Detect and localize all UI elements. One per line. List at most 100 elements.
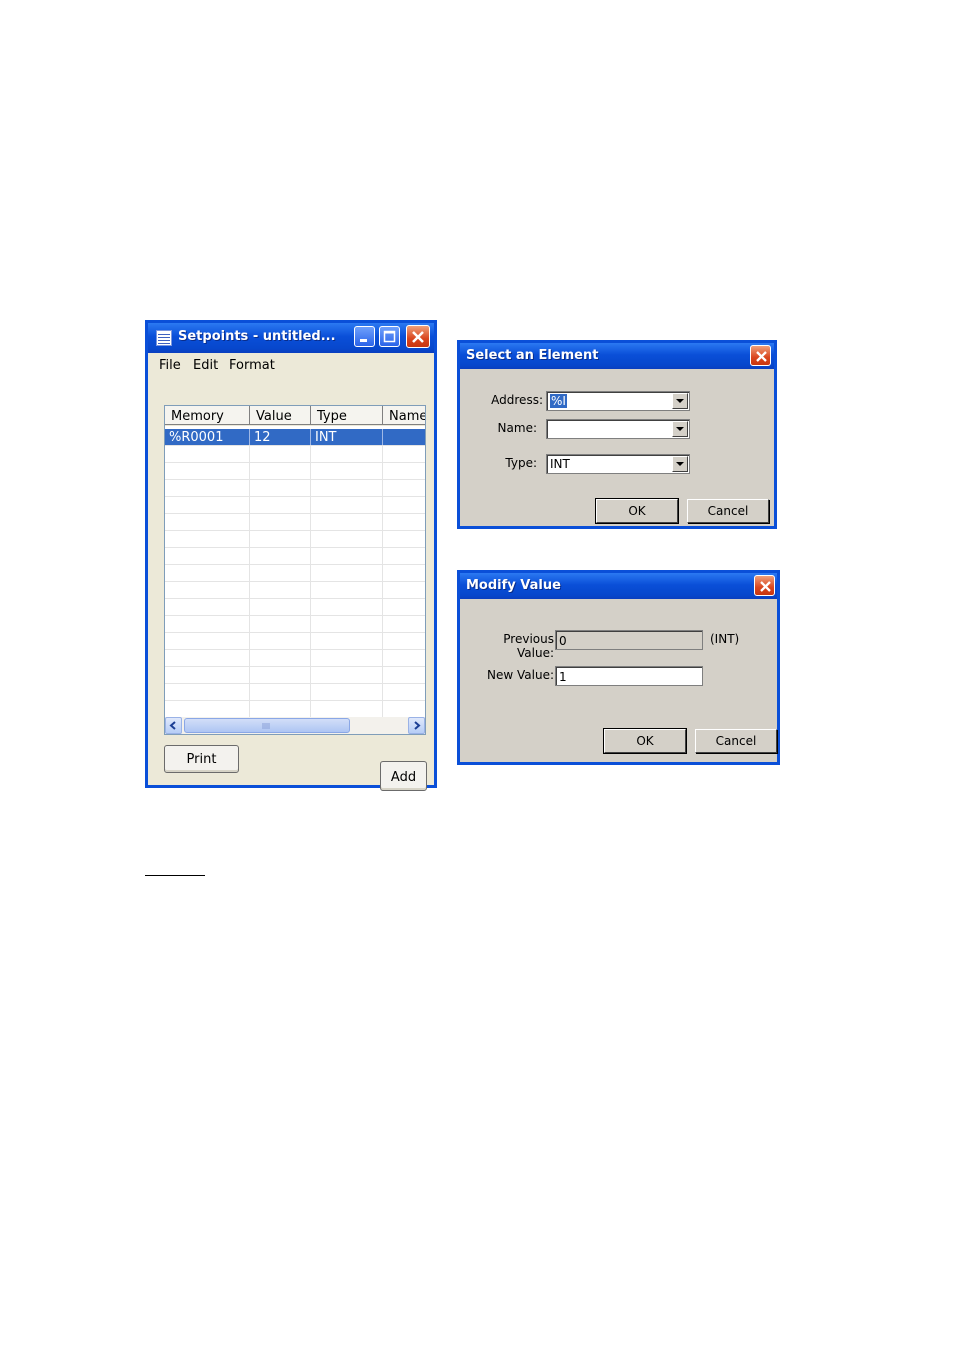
close-button[interactable] bbox=[754, 575, 775, 596]
maximize-icon bbox=[383, 330, 396, 343]
table-row[interactable]: %R0001 12 INT bbox=[165, 429, 425, 446]
empty-cell bbox=[165, 633, 250, 649]
column-header-name[interactable]: Name bbox=[383, 406, 425, 425]
cell-memory: %R0001 bbox=[165, 429, 250, 445]
empty-cell bbox=[383, 565, 425, 581]
empty-cell bbox=[383, 531, 425, 547]
empty-cell bbox=[165, 616, 250, 632]
empty-row[interactable] bbox=[165, 650, 425, 667]
empty-cell bbox=[311, 684, 383, 700]
empty-cell bbox=[311, 599, 383, 615]
cancel-button[interactable]: Cancel bbox=[687, 499, 769, 523]
print-button[interactable]: Print bbox=[164, 745, 239, 773]
maximize-button[interactable] bbox=[379, 326, 400, 347]
empty-cell bbox=[165, 531, 250, 547]
empty-cell bbox=[165, 650, 250, 666]
select-element-title-bar[interactable]: Select an Element bbox=[460, 343, 774, 369]
empty-cell bbox=[383, 667, 425, 683]
empty-cell bbox=[383, 463, 425, 479]
ok-button[interactable]: OK bbox=[595, 498, 679, 524]
empty-row[interactable] bbox=[165, 599, 425, 616]
empty-cell bbox=[311, 667, 383, 683]
empty-row[interactable] bbox=[165, 497, 425, 514]
new-value-label: New Value: bbox=[487, 668, 554, 682]
empty-cell bbox=[311, 548, 383, 564]
empty-row[interactable] bbox=[165, 582, 425, 599]
close-button[interactable] bbox=[750, 345, 771, 366]
empty-cell bbox=[383, 446, 425, 462]
empty-cell bbox=[311, 514, 383, 530]
empty-row[interactable] bbox=[165, 514, 425, 531]
cell-type: INT bbox=[311, 429, 383, 445]
select-element-dialog: Select an Element Address: %I Name: Type… bbox=[457, 340, 777, 529]
new-value-input[interactable]: 1 bbox=[555, 666, 703, 686]
type-combo[interactable]: INT bbox=[546, 454, 690, 474]
empty-cell bbox=[250, 633, 311, 649]
previous-value-label: Previous Value: bbox=[503, 632, 554, 660]
close-button[interactable] bbox=[406, 325, 430, 348]
empty-row[interactable] bbox=[165, 684, 425, 701]
grid-header: Memory Value Type Name bbox=[165, 406, 425, 426]
ok-button[interactable]: OK bbox=[603, 728, 687, 754]
setpoints-title-bar[interactable]: Setpoints - untitled... bbox=[148, 323, 434, 353]
name-combo[interactable] bbox=[546, 419, 690, 439]
empty-cell bbox=[311, 480, 383, 496]
scroll-thumb[interactable] bbox=[184, 718, 350, 733]
name-dropdown-button[interactable] bbox=[672, 421, 688, 437]
chevron-left-icon bbox=[169, 721, 176, 730]
scroll-right-button[interactable] bbox=[408, 717, 425, 734]
empty-row[interactable] bbox=[165, 701, 425, 718]
empty-row[interactable] bbox=[165, 463, 425, 480]
address-dropdown-button[interactable] bbox=[672, 393, 688, 409]
empty-row[interactable] bbox=[165, 480, 425, 497]
grip-icon bbox=[262, 723, 270, 729]
empty-cell bbox=[311, 633, 383, 649]
modify-value-title-bar[interactable]: Modify Value bbox=[460, 573, 777, 599]
add-button[interactable]: Add bbox=[380, 761, 427, 791]
empty-cell bbox=[165, 684, 250, 700]
empty-cell bbox=[311, 497, 383, 513]
empty-row[interactable] bbox=[165, 531, 425, 548]
empty-row[interactable] bbox=[165, 548, 425, 565]
empty-cell bbox=[165, 446, 250, 462]
minimize-button[interactable] bbox=[354, 326, 375, 347]
menu-format[interactable]: Format bbox=[229, 358, 275, 373]
empty-cell bbox=[311, 650, 383, 666]
scroll-left-button[interactable] bbox=[165, 717, 182, 734]
empty-cell bbox=[250, 531, 311, 547]
menu-file[interactable]: File bbox=[159, 358, 181, 373]
empty-cell bbox=[311, 463, 383, 479]
horizontal-scrollbar[interactable] bbox=[165, 717, 425, 734]
column-header-value[interactable]: Value bbox=[250, 406, 311, 425]
empty-row[interactable] bbox=[165, 616, 425, 633]
empty-cell bbox=[250, 446, 311, 462]
empty-cell bbox=[250, 650, 311, 666]
empty-cell bbox=[165, 497, 250, 513]
empty-cell bbox=[165, 667, 250, 683]
cancel-button[interactable]: Cancel bbox=[695, 729, 777, 753]
type-dropdown-button[interactable] bbox=[672, 456, 688, 472]
empty-cell bbox=[311, 701, 383, 717]
empty-cell bbox=[311, 565, 383, 581]
empty-cell bbox=[311, 582, 383, 598]
empty-cell bbox=[383, 633, 425, 649]
column-header-memory[interactable]: Memory bbox=[165, 406, 250, 425]
close-icon bbox=[756, 351, 767, 362]
type-label: Type: bbox=[505, 456, 537, 470]
empty-row[interactable] bbox=[165, 565, 425, 582]
empty-cell bbox=[311, 616, 383, 632]
empty-cell bbox=[250, 514, 311, 530]
empty-cell bbox=[165, 548, 250, 564]
column-header-type[interactable]: Type bbox=[311, 406, 383, 425]
setpoints-grid[interactable]: Memory Value Type Name %R0001 12 INT bbox=[164, 405, 426, 735]
empty-row[interactable] bbox=[165, 446, 425, 463]
empty-cell bbox=[383, 582, 425, 598]
empty-cell bbox=[311, 446, 383, 462]
empty-cell bbox=[250, 480, 311, 496]
menu-edit[interactable]: Edit bbox=[193, 358, 218, 373]
address-combo[interactable]: %I bbox=[546, 391, 690, 411]
empty-row[interactable] bbox=[165, 633, 425, 650]
modify-value-dialog: Modify Value Previous Value: 0 (INT) New… bbox=[457, 570, 780, 765]
previous-value: 0 bbox=[559, 634, 567, 648]
empty-row[interactable] bbox=[165, 667, 425, 684]
